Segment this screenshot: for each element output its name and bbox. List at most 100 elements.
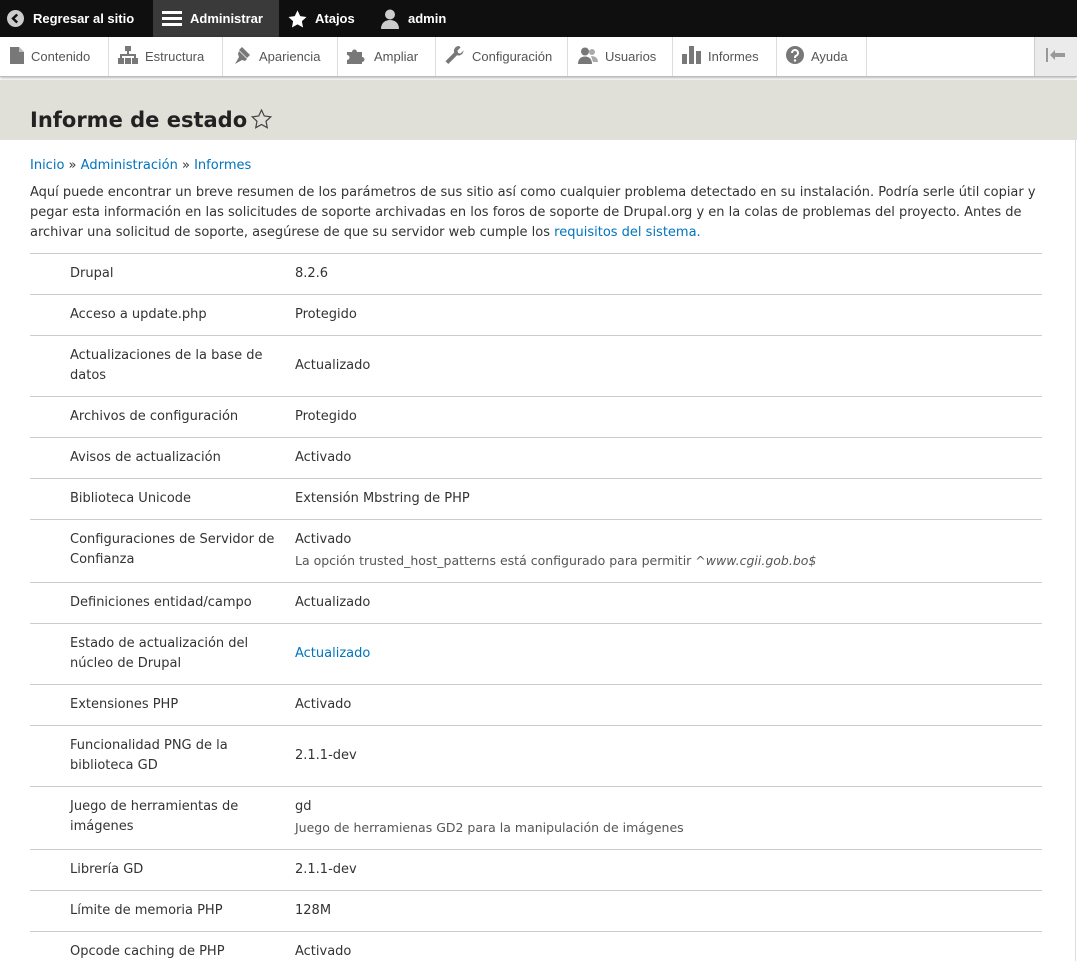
tray-item-extend[interactable]: Ampliar (338, 37, 436, 76)
tray-item-label: Configuración (472, 49, 553, 64)
system-requirements-link[interactable]: requisitos del sistema. (554, 225, 701, 240)
status-value: Activado (295, 944, 352, 959)
bar-chart-icon (682, 46, 708, 67)
status-name: Avisos de actualización (70, 450, 221, 465)
admin-toolbar: Regresar al sitio Administrar Atajos adm… (0, 0, 1077, 37)
user-label: admin (408, 11, 447, 26)
status-row: Avisos de actualización Activado (30, 437, 1042, 479)
status-name: Archivos de configuración (70, 409, 239, 424)
status-name: Actualizaciones de la base de datos (70, 348, 263, 383)
status-value: Actualizado (295, 595, 371, 610)
status-row: Estado de actualización del núcleo de Dr… (30, 623, 1042, 685)
breadcrumb-reports-link[interactable]: Informes (194, 158, 251, 173)
help-icon (786, 46, 811, 67)
status-row: Opcode caching de PHP Activado (30, 931, 1042, 973)
tray-item-people[interactable]: Usuarios (568, 37, 673, 76)
people-icon (578, 47, 605, 67)
status-name: Funcionalidad PNG de la biblioteca GD (70, 738, 228, 773)
status-description-text: La opción trusted_host_patterns está con… (295, 553, 692, 568)
breadcrumb-separator: » (68, 158, 77, 173)
status-name: Juego de herramientas de imágenes (70, 799, 239, 834)
file-icon (10, 46, 31, 67)
breadcrumb: Inicio » Administración » Informes (30, 158, 251, 173)
tray-item-content[interactable]: Contenido (0, 37, 109, 76)
back-arrow-icon (7, 10, 24, 27)
status-value: Actualizado (295, 358, 371, 373)
status-row: Acceso a update.php Protegido (30, 294, 1042, 336)
manage-tab[interactable]: Administrar (153, 0, 279, 37)
tray-item-label: Ampliar (374, 49, 419, 64)
tray-item-appearance[interactable]: Apariencia (223, 37, 338, 76)
tray-item-label: Informes (708, 49, 759, 64)
status-row: Extensiones PHP Activado (30, 684, 1042, 726)
status-row: Juego de herramientas de imágenes gd Jue… (30, 786, 1042, 850)
back-to-site-label: Regresar al sitio (33, 11, 135, 26)
status-value: Activado (295, 450, 352, 465)
status-row: Drupal 8.2.6 (30, 253, 1042, 295)
shortcuts-tab[interactable]: Atajos (281, 0, 371, 37)
status-name: Estado de actualización del núcleo de Dr… (70, 636, 249, 671)
status-value: Activado (295, 532, 352, 547)
star-icon (288, 9, 307, 28)
status-name: Acceso a update.php (70, 307, 207, 322)
user-icon (381, 9, 399, 29)
core-update-status-link[interactable]: Actualizado (295, 646, 370, 661)
tray-item-label: Contenido (31, 49, 91, 64)
admin-tray: Contenido Estructura Apariencia Ampliar … (0, 37, 1077, 77)
status-name: Configuraciones de Servidor de Confianza (70, 532, 275, 567)
status-value: Protegido (295, 307, 357, 322)
sitemap-icon (118, 46, 145, 67)
status-name: Biblioteca Unicode (70, 491, 192, 506)
breadcrumb-admin-link[interactable]: Administración (81, 158, 178, 173)
tray-item-label: Usuarios (605, 49, 657, 64)
back-to-site-link[interactable]: Regresar al sitio (0, 0, 150, 37)
status-report-table: Drupal 8.2.6 Acceso a update.php Protegi… (30, 253, 1042, 973)
status-name: Límite de memoria PHP (70, 903, 223, 918)
status-row: Funcionalidad PNG de la biblioteca GD 2.… (30, 725, 1042, 787)
tray-orientation-toggle-button[interactable] (1034, 37, 1077, 76)
status-value: 128M (295, 903, 332, 918)
breadcrumb-home-link[interactable]: Inicio (30, 158, 64, 173)
puzzle-icon (347, 46, 374, 67)
breadcrumb-separator: » (181, 158, 190, 173)
status-name: Librería GD (70, 862, 144, 877)
page-title: Informe de estado (30, 108, 248, 132)
status-name: Definiciones entidad/campo (70, 595, 252, 610)
status-description: Juego de herramienas GD2 para la manipul… (295, 820, 684, 835)
tray-item-configuration[interactable]: Configuración (436, 37, 568, 76)
status-row: Librería GD 2.1.1-dev (30, 849, 1042, 891)
hamburger-icon (162, 10, 182, 27)
manage-label: Administrar (190, 11, 263, 26)
status-row: Límite de memoria PHP 128M (30, 890, 1042, 932)
status-row: Definiciones entidad/campo Actualizado (30, 582, 1042, 624)
status-row: Biblioteca Unicode Extensión Mbstring de… (30, 478, 1042, 520)
trusted-host-pattern: ^www.cgii.gob.bo$ (695, 553, 817, 568)
status-name: Extensiones PHP (70, 697, 179, 712)
status-row: Archivos de configuración Protegido (30, 396, 1042, 438)
collapse-left-icon (1046, 47, 1066, 66)
status-value: 2.1.1-dev (295, 748, 357, 763)
status-value: 8.2.6 (295, 266, 329, 281)
tray-item-reports[interactable]: Informes (673, 37, 777, 76)
tray-item-label: Apariencia (259, 49, 321, 64)
status-name: Drupal (70, 266, 114, 281)
status-row: Configuraciones de Servidor de Confianza… (30, 519, 1042, 583)
tray-item-help[interactable]: Ayuda (777, 37, 867, 76)
status-description: La opción trusted_host_patterns está con… (295, 552, 1042, 570)
status-value: gd (295, 799, 312, 814)
status-value: Protegido (295, 409, 357, 424)
status-name: Opcode caching de PHP (70, 944, 225, 959)
page-description: Aquí puede encontrar un breve resumen de… (30, 183, 1040, 243)
description-text: Aquí puede encontrar un breve resumen de… (30, 185, 1036, 240)
content-border (1075, 140, 1076, 961)
tray-item-label: Ayuda (811, 49, 848, 64)
status-row: Actualizaciones de la base de datos Actu… (30, 335, 1042, 397)
status-value: 2.1.1-dev (295, 862, 357, 877)
paintbrush-icon (233, 46, 259, 67)
status-value: Activado (295, 697, 352, 712)
status-value: Extensión Mbstring de PHP (295, 491, 470, 506)
add-shortcut-star-icon[interactable] (250, 108, 273, 133)
user-tab[interactable]: admin (373, 0, 463, 37)
tray-item-structure[interactable]: Estructura (109, 37, 223, 76)
tray-item-label: Estructura (145, 49, 205, 64)
